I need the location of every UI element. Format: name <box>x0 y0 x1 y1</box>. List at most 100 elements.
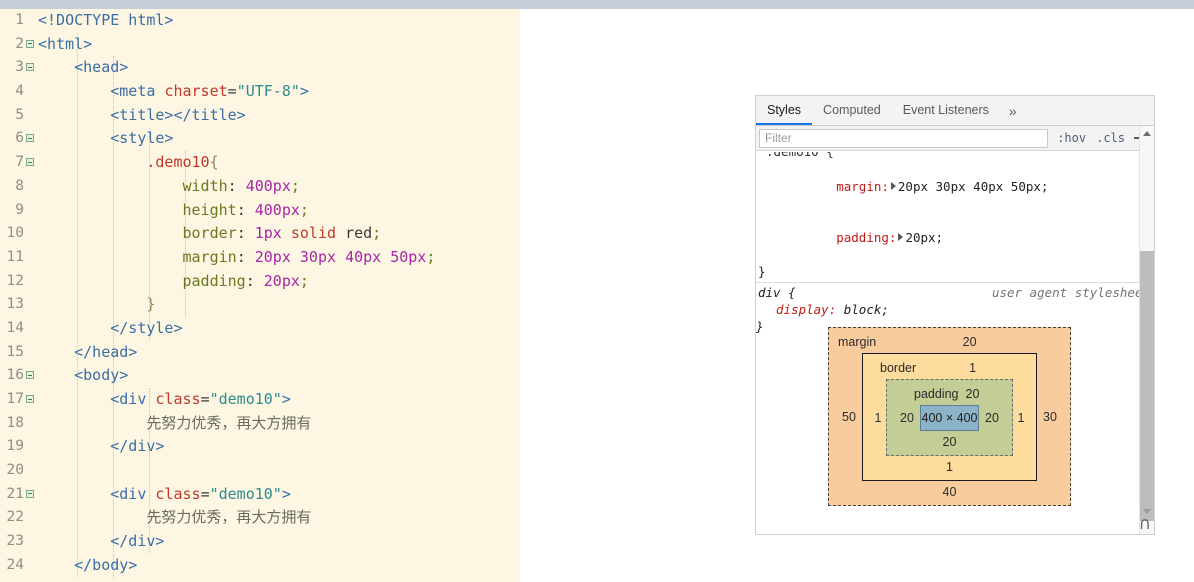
devtools-rules-list[interactable]: .demo10 { margin:20px 30px 40px 50px; pa… <box>756 151 1154 337</box>
code-line-text: .demo10{ <box>146 153 219 172</box>
border-left-value[interactable]: 1 <box>870 411 886 425</box>
code-line[interactable]: 15 </head> <box>0 341 520 365</box>
rule-selector-text: .demo10 { <box>766 152 834 160</box>
box-model-border-layer[interactable]: border 1 1 padding 20 20 400 × 400 20 20… <box>862 353 1037 481</box>
padding-left-value[interactable]: 20 <box>894 411 920 425</box>
code-line[interactable]: 6 <style> <box>0 127 520 151</box>
margin-top-row: margin 20 <box>836 334 1063 350</box>
code-line[interactable]: 2 <html> <box>0 33 520 57</box>
code-line[interactable]: 25 </html> <box>0 578 520 582</box>
margin-left-value[interactable]: 50 <box>836 410 862 424</box>
line-number: 25 <box>0 578 24 582</box>
line-number: 13 <box>6 296 24 313</box>
code-line[interactable]: 21 <div class="demo10"> <box>0 483 520 507</box>
ua-rule-selector: div { <box>758 285 796 300</box>
window-top-strip <box>0 0 1194 9</box>
code-line[interactable]: 9 height: 400px; <box>0 199 520 223</box>
more-tabs-icon[interactable]: » <box>1000 96 1026 125</box>
declaration-padding-value[interactable]: 20px; <box>905 230 943 245</box>
code-line[interactable]: 7 .demo10{ <box>0 151 520 175</box>
styles-filter-input[interactable]: Filter <box>759 128 1049 148</box>
devtools-tabbar[interactable]: Styles Computed Event Listeners » <box>756 96 1154 126</box>
devtools-vertical-scrollbar[interactable] <box>1139 126 1154 534</box>
expand-padding-icon[interactable] <box>898 233 904 241</box>
code-line-text: </html> <box>38 578 101 582</box>
code-line[interactable]: 24 </body> <box>0 554 520 578</box>
border-right-value[interactable]: 1 <box>1013 411 1029 425</box>
panel-resize-handle-icon[interactable]: ∩ <box>1137 516 1153 534</box>
border-bottom-value[interactable]: 1 <box>870 459 1029 475</box>
code-line[interactable]: 23 </div> <box>0 530 520 554</box>
devtools-filter-bar[interactable]: Filter :hov .cls <box>756 126 1154 151</box>
tab-computed[interactable]: Computed <box>812 96 892 125</box>
line-number: 5 <box>15 106 24 123</box>
code-line-text: margin: 20px 30px 40px 50px; <box>182 247 436 266</box>
code-line[interactable]: 1 <!DOCTYPE html> <box>0 9 520 33</box>
expand-margin-icon[interactable] <box>890 182 896 190</box>
code-line[interactable]: 17 <div class="demo10"> <box>0 388 520 412</box>
code-line-text: padding: 20px; <box>182 271 309 290</box>
ua-rule-origin: user agent stylesheet <box>991 285 1150 300</box>
margin-bottom-value[interactable]: 40 <box>836 484 1063 500</box>
padding-bottom-value[interactable]: 20 <box>894 434 1005 450</box>
code-line-text: <style> <box>110 129 174 148</box>
code-lines[interactable]: 1 <!DOCTYPE html> 2 <html> 3 <head> 4 <meta c… <box>0 9 520 582</box>
line-number: 19 <box>6 438 24 455</box>
code-line-text: border: 1px solid red; <box>182 224 382 243</box>
box-model-padding-layer[interactable]: padding 20 20 400 × 400 20 20 <box>886 379 1013 456</box>
code-line-text: <meta charset="UTF-8"> <box>110 82 309 101</box>
tab-styles[interactable]: Styles <box>756 96 813 125</box>
line-number: 7 <box>15 154 24 171</box>
code-line[interactable]: 16 <body> <box>0 364 520 388</box>
declaration-margin[interactable]: margin: 20px 30px 40px 50px; <box>756 161 1154 212</box>
code-line[interactable]: 5 <title></title> <box>0 104 520 128</box>
border-top-value[interactable]: 1 <box>916 361 1029 375</box>
code-line-text: </div> <box>110 532 165 551</box>
declaration-margin-name[interactable]: margin <box>836 179 881 194</box>
line-number: 17 <box>6 391 24 407</box>
line-number: 24 <box>6 556 24 573</box>
code-editor-pane[interactable]: 1 <!DOCTYPE html> 2 <html> 3 <head> 4 <meta c… <box>0 9 520 582</box>
code-line[interactable]: 3 <head> <box>0 56 520 80</box>
box-model-diagram: margin 20 50 border 1 1 padding 20 20 40… <box>828 327 1071 506</box>
code-line[interactable]: 4 <meta charset="UTF-8"> <box>0 80 520 104</box>
margin-right-value[interactable]: 30 <box>1037 410 1063 424</box>
declaration-padding[interactable]: padding: 20px; <box>756 212 1154 263</box>
cls-toggle-button[interactable]: .cls <box>1091 131 1130 145</box>
code-line-text: <body> <box>74 366 129 385</box>
code-line-text: <html> <box>38 34 93 53</box>
scroll-up-arrow-icon[interactable] <box>1140 126 1154 141</box>
declaration-padding-name[interactable]: padding <box>836 230 889 245</box>
code-line[interactable]: 12 padding: 20px; <box>0 270 520 294</box>
code-line[interactable]: 11 margin: 20px 30px 40px 50px; <box>0 246 520 270</box>
code-line[interactable]: 8 width: 400px; <box>0 175 520 199</box>
padding-top-value[interactable]: 20 <box>959 387 980 401</box>
tab-event-listeners[interactable]: Event Listeners <box>892 96 1000 125</box>
code-line[interactable]: 20 <box>0 459 520 483</box>
code-line[interactable]: 13 } <box>0 293 520 317</box>
line-number: 22 <box>6 509 24 526</box>
rule-close-brace: } <box>758 264 766 279</box>
line-number: 11 <box>6 248 24 265</box>
line-number: 15 <box>6 343 24 360</box>
box-model-margin-layer[interactable]: margin 20 50 border 1 1 padding 20 20 40… <box>828 327 1071 506</box>
line-number: 9 <box>15 201 24 218</box>
line-number: 21 <box>6 485 24 502</box>
hov-toggle-button[interactable]: :hov <box>1052 131 1091 145</box>
code-line[interactable]: 19 </div> <box>0 435 520 459</box>
code-line[interactable]: 22 先努力优秀，再大方拥有 <box>0 506 520 530</box>
border-mid-row: 1 padding 20 20 400 × 400 20 20 1 <box>870 379 1029 456</box>
box-model-content-box[interactable]: 400 × 400 <box>920 405 979 431</box>
padding-mid-row: 20 400 × 400 20 <box>894 405 1005 431</box>
code-line[interactable]: 10 border: 1px solid red; <box>0 222 520 246</box>
code-line[interactable]: 18 先努力优秀，再大方拥有 <box>0 412 520 436</box>
style-rule-demo10[interactable]: .demo10 { margin:20px 30px 40px 50px; pa… <box>756 151 1154 282</box>
margin-top-value[interactable]: 20 <box>876 335 1063 349</box>
code-line-text: 先努力优秀，再大方拥有 <box>146 413 312 432</box>
line-number: 12 <box>6 272 24 289</box>
padding-right-value[interactable]: 20 <box>979 411 1005 425</box>
scrollbar-thumb[interactable] <box>1140 251 1154 521</box>
code-line[interactable]: 14 </style> <box>0 317 520 341</box>
declaration-margin-value[interactable]: 20px 30px 40px 50px; <box>898 179 1049 194</box>
line-number: 2 <box>15 35 24 52</box>
